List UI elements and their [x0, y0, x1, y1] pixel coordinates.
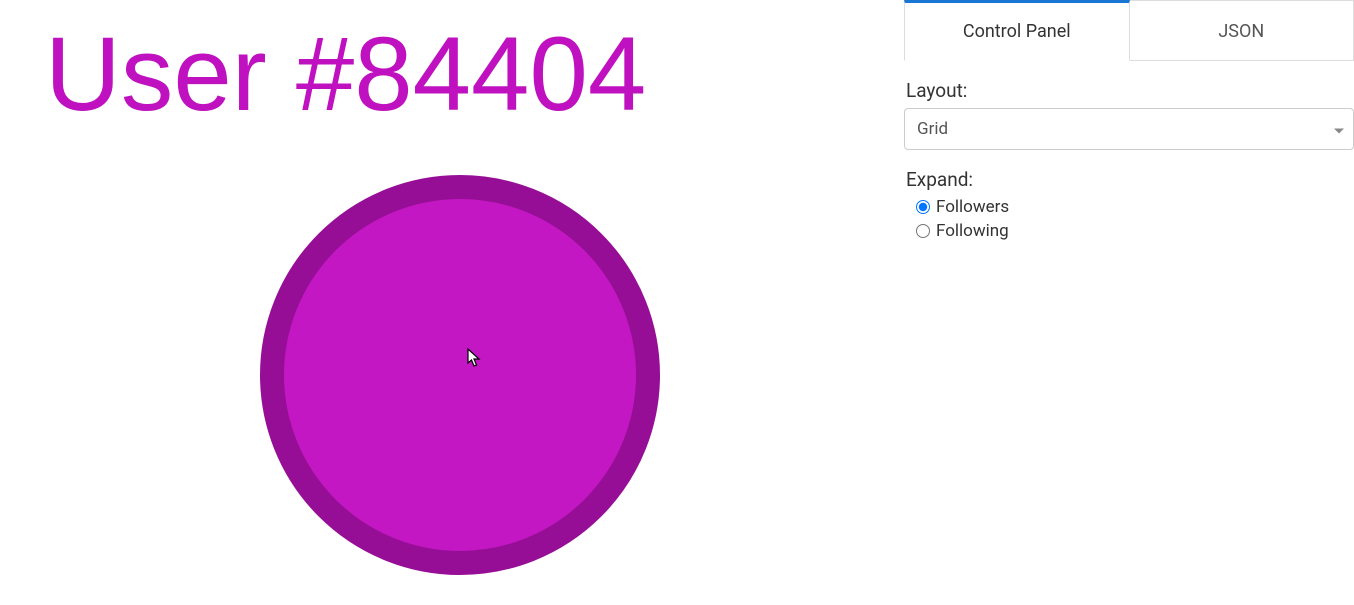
node-label: User #84404 [45, 22, 646, 127]
expand-group: Expand: Followers Following [904, 168, 1354, 241]
expand-label: Expand: [904, 168, 1354, 191]
panel-body: Layout: Grid Expand: Followers Follo [904, 61, 1354, 241]
radio-following-input[interactable] [916, 224, 930, 238]
layout-group: Layout: Grid [904, 79, 1354, 150]
radio-following-label: Following [936, 221, 1009, 241]
tab-json[interactable]: JSON [1130, 0, 1354, 61]
layout-select-value: Grid [917, 119, 948, 139]
radio-following[interactable]: Following [916, 221, 1354, 241]
layout-label: Layout: [904, 79, 1354, 102]
radio-followers-input[interactable] [916, 200, 930, 214]
layout-select-wrap: Grid [904, 108, 1354, 150]
graph-canvas[interactable]: User #84404 [0, 0, 904, 605]
layout-select[interactable]: Grid [904, 108, 1354, 150]
graph-node[interactable] [260, 175, 660, 575]
radio-followers-label: Followers [936, 197, 1009, 217]
radio-followers[interactable]: Followers [916, 197, 1354, 217]
tab-control-panel[interactable]: Control Panel [904, 0, 1130, 61]
tab-row: Control Panel JSON [904, 0, 1354, 61]
tab-label: Control Panel [963, 21, 1071, 42]
side-panel: Control Panel JSON Layout: Grid Expand: [904, 0, 1354, 605]
expand-radio-group: Followers Following [904, 197, 1354, 241]
tab-label: JSON [1218, 21, 1264, 42]
